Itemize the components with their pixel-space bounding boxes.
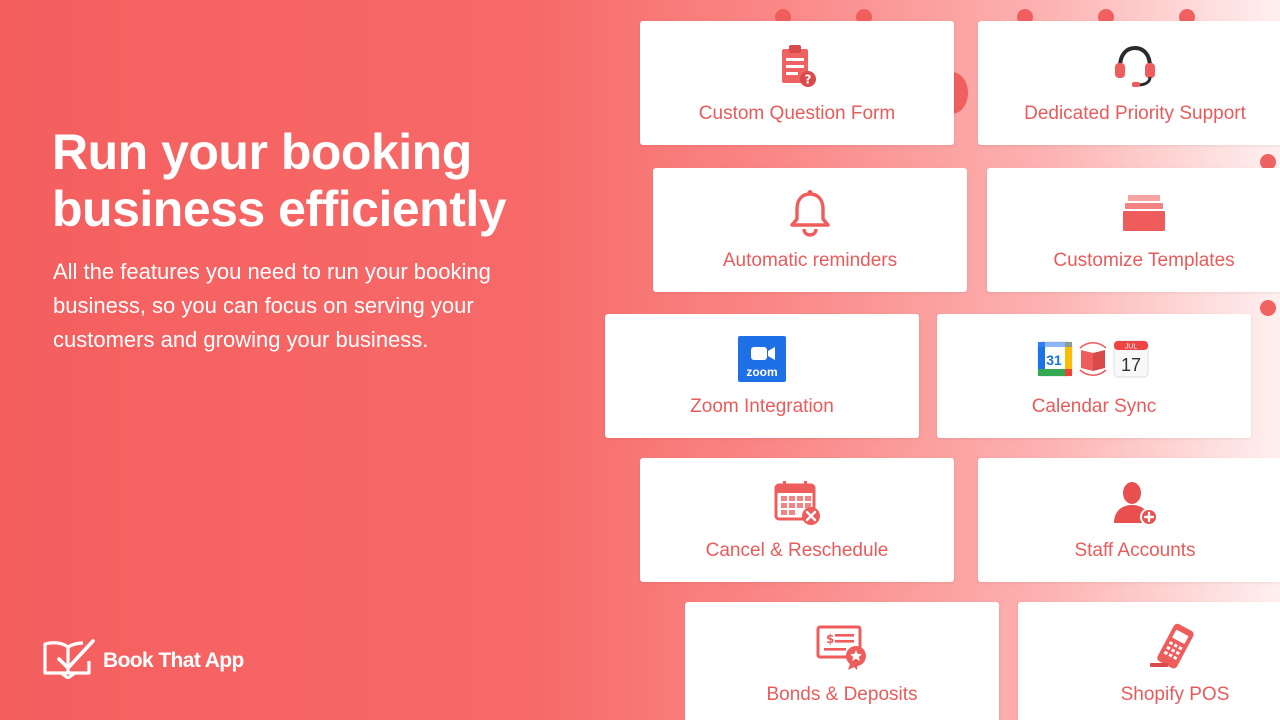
zoom-icon-text: zoom xyxy=(746,365,777,379)
feature-label: Cancel & Reschedule xyxy=(705,540,889,561)
feature-label: Zoom Integration xyxy=(690,396,834,417)
svg-text:$: $ xyxy=(826,632,834,646)
feature-label: Customize Templates xyxy=(1053,250,1235,271)
brand-logo[interactable]: Book That App xyxy=(43,638,244,684)
feature-label: Bonds & Deposits xyxy=(766,684,918,705)
open-book-check-icon xyxy=(43,638,95,684)
feature-label: Calendar Sync xyxy=(1031,396,1157,417)
feature-label: Automatic reminders xyxy=(722,250,898,271)
apple-calendar-day: 17 xyxy=(1121,355,1141,375)
add-user-icon xyxy=(1103,480,1167,526)
calendar-cancel-icon xyxy=(765,480,829,526)
card-reader-icon xyxy=(1143,623,1207,670)
feature-card-priority-support[interactable]: Dedicated Priority Support xyxy=(978,21,1280,145)
feature-card-cancel-reschedule[interactable]: Cancel & Reschedule xyxy=(640,458,954,582)
feature-card-automatic-reminders[interactable]: Automatic reminders xyxy=(653,168,967,292)
calendar-sync-icon: 31 JUL 17 xyxy=(1035,336,1153,382)
feature-label: Staff Accounts xyxy=(1074,540,1196,561)
feature-label: Dedicated Priority Support xyxy=(1024,103,1246,124)
feature-card-calendar-sync[interactable]: 31 JUL 17 Calendar Sync xyxy=(937,314,1251,438)
bell-icon xyxy=(778,190,842,237)
apple-calendar-month: JUL xyxy=(1125,344,1138,351)
svg-text:?: ? xyxy=(805,73,812,87)
feature-card-customize-templates[interactable]: Customize Templates xyxy=(987,168,1280,292)
template-stack-icon xyxy=(1112,190,1176,236)
hero-title: Run your booking business efficiently xyxy=(52,124,507,237)
brand-name: Book That App xyxy=(103,649,244,672)
decorative-dot xyxy=(1260,300,1276,316)
feature-card-custom-question-form[interactable]: ? Custom Question Form xyxy=(640,21,954,145)
hero-description: All the features you need to run your bo… xyxy=(53,259,491,352)
feature-card-staff-accounts[interactable]: Staff Accounts xyxy=(978,458,1280,582)
feature-card-bonds-deposits[interactable]: $ Bonds & Deposits xyxy=(685,602,999,720)
feature-card-shopify-pos[interactable]: Shopify POS xyxy=(1018,602,1280,720)
certificate-icon: $ xyxy=(810,624,874,670)
feature-label: Shopify POS xyxy=(1120,684,1230,705)
feature-label: Custom Question Form xyxy=(698,103,896,124)
zoom-icon: zoom xyxy=(730,336,794,382)
headset-icon xyxy=(1103,43,1167,89)
clipboard-question-icon: ? xyxy=(765,43,829,89)
feature-card-zoom-integration[interactable]: zoom Zoom Integration xyxy=(605,314,919,438)
google-calendar-day: 31 xyxy=(1046,352,1062,368)
